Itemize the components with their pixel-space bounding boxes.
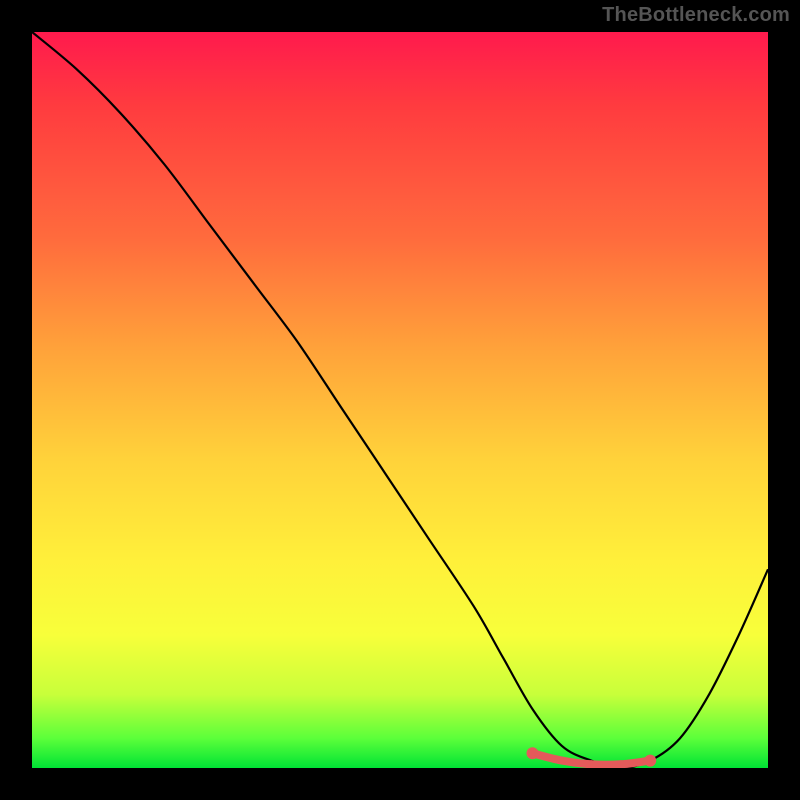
attribution-text: TheBottleneck.com [602,4,790,27]
chart-frame: TheBottleneck.com [0,0,800,800]
valley-end-dot [527,747,539,759]
valley-mid-dot [587,760,595,768]
plot-area [32,32,768,768]
valley-mid-dot [558,757,566,765]
bottleneck-curve-line [32,32,768,768]
valley-end-dot [644,755,656,767]
valley-mid-dot [617,760,625,768]
curve-svg [32,32,768,768]
